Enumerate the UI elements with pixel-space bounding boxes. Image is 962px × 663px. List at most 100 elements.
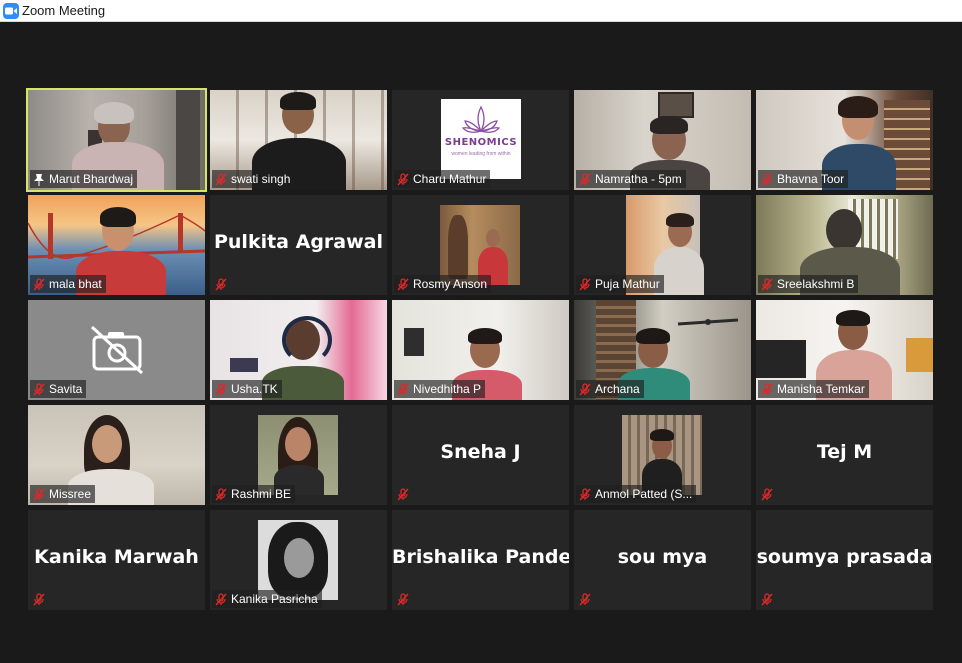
participant-name: Rashmi BE xyxy=(231,487,292,501)
mic-muted-icon xyxy=(215,172,227,186)
participant-name: Sreelakshmi B xyxy=(777,277,855,291)
mic-muted-icon xyxy=(579,382,591,396)
participant-tile[interactable]: Sreelakshmi B xyxy=(756,195,933,295)
participant-name: Anmol Patted (S... xyxy=(595,487,693,501)
participant-tile[interactable]: mala bhat xyxy=(28,195,205,295)
participant-display-name: Kanika Marwah xyxy=(34,546,199,568)
participant-label xyxy=(758,590,777,608)
participant-name: mala bhat xyxy=(49,277,102,291)
participant-label: Rashmi BE xyxy=(212,485,296,503)
participant-tile[interactable]: Missree xyxy=(28,405,205,505)
mic-muted-icon xyxy=(579,487,591,501)
participant-label xyxy=(758,485,777,503)
participant-tile[interactable]: Bhavna Toor xyxy=(756,90,933,190)
participant-label: Archana xyxy=(576,380,644,398)
participant-display-name: Pulkita Agrawal xyxy=(213,231,383,253)
mic-muted-icon xyxy=(761,592,773,606)
participant-tile[interactable]: soumya prasada xyxy=(756,510,933,610)
participant-label xyxy=(394,485,413,503)
participant-label: Namratha - 5pm xyxy=(576,170,686,188)
participant-tile[interactable]: Savita xyxy=(28,300,205,400)
zoom-camera-icon xyxy=(3,3,19,19)
participant-tile[interactable]: Archana xyxy=(574,300,751,400)
participant-tile[interactable]: Rosmy Anson xyxy=(392,195,569,295)
participant-display-name: soumya prasada xyxy=(756,546,933,568)
participant-name: Kanika Pasricha xyxy=(231,592,318,606)
participant-label xyxy=(30,590,49,608)
mic-muted-icon xyxy=(215,592,227,606)
participant-name: Nivedhitha P xyxy=(413,382,482,396)
gallery-view: Marut Bhardwaj swati singh SHENOMICS wom… xyxy=(0,22,962,663)
participant-display-name: sou mya xyxy=(617,546,708,568)
participant-tile[interactable]: Kanika Pasricha xyxy=(210,510,387,610)
participant-label: Manisha Temkar xyxy=(758,380,869,398)
participant-tile[interactable]: Anmol Patted (S... xyxy=(574,405,751,505)
participant-label: Usha.TK xyxy=(212,380,282,398)
participant-label: Marut Bhardwaj xyxy=(30,170,138,188)
participant-label: swati singh xyxy=(212,170,295,188)
mic-muted-icon xyxy=(579,172,591,186)
mic-muted-icon xyxy=(33,277,45,291)
participant-name: swati singh xyxy=(231,172,291,186)
participant-label: Anmol Patted (S... xyxy=(576,485,697,503)
participant-name: Rosmy Anson xyxy=(413,277,488,291)
participant-label: Puja Mathur xyxy=(576,275,664,293)
participant-display-name: Tej M xyxy=(816,441,873,463)
participant-tile[interactable]: Rashmi BE xyxy=(210,405,387,505)
mic-muted-icon xyxy=(761,172,773,186)
mic-muted-icon xyxy=(397,382,409,396)
mic-muted-icon xyxy=(215,382,227,396)
mic-muted-icon xyxy=(761,277,773,291)
mic-muted-icon xyxy=(579,277,591,291)
participant-tile[interactable]: Kanika Marwah xyxy=(28,510,205,610)
mic-muted-icon xyxy=(33,382,45,396)
mic-muted-icon xyxy=(761,382,773,396)
mic-muted-icon xyxy=(397,592,409,606)
participant-tile[interactable]: Marut Bhardwaj xyxy=(26,88,207,192)
camera-off-icon xyxy=(90,325,144,380)
mic-muted-icon xyxy=(397,487,409,501)
mic-muted-icon xyxy=(761,487,773,501)
participant-name: Manisha Temkar xyxy=(777,382,865,396)
participant-tile[interactable]: Manisha Temkar xyxy=(756,300,933,400)
participant-name: Savita xyxy=(49,382,83,396)
participant-label: Rosmy Anson xyxy=(394,275,492,293)
participant-name: Namratha - 5pm xyxy=(595,172,682,186)
participant-label: Nivedhitha P xyxy=(394,380,486,398)
participant-name: Puja Mathur xyxy=(595,277,660,291)
participant-label xyxy=(394,590,413,608)
mic-muted-icon xyxy=(215,487,227,501)
participant-name: Bhavna Toor xyxy=(777,172,845,186)
shenomics-logo: SHENOMICS women leading from within xyxy=(441,99,521,179)
participant-tile[interactable]: Nivedhitha P xyxy=(392,300,569,400)
participant-tile[interactable]: Namratha - 5pm xyxy=(574,90,751,190)
participant-tile[interactable]: sou mya xyxy=(574,510,751,610)
participant-tile[interactable]: Puja Mathur xyxy=(574,195,751,295)
participant-label xyxy=(212,275,231,293)
participant-tile[interactable]: swati singh xyxy=(210,90,387,190)
participant-label: Charu Mathur xyxy=(394,170,491,188)
participant-tile[interactable]: Pulkita Agrawal xyxy=(210,195,387,295)
participant-name: Missree xyxy=(49,487,92,501)
participant-tile[interactable]: Usha.TK xyxy=(210,300,387,400)
mic-muted-icon xyxy=(215,277,227,291)
participant-label: Sreelakshmi B xyxy=(758,275,859,293)
mic-muted-icon xyxy=(33,487,45,501)
mic-muted-icon xyxy=(397,172,409,186)
participant-label xyxy=(576,590,595,608)
participant-name: Charu Mathur xyxy=(413,172,487,186)
participant-tile[interactable]: Sneha J xyxy=(392,405,569,505)
mic-muted-icon xyxy=(397,277,409,291)
pin-icon xyxy=(33,173,45,186)
title-bar: Zoom Meeting xyxy=(0,0,962,22)
mic-muted-icon xyxy=(33,592,45,606)
participant-tile[interactable]: Tej M xyxy=(756,405,933,505)
participant-tile[interactable]: Brishalika Pandey xyxy=(392,510,569,610)
participant-label: mala bhat xyxy=(30,275,106,293)
participant-tile[interactable]: SHENOMICS women leading from within Char… xyxy=(392,90,569,190)
participant-label: Savita xyxy=(30,380,87,398)
participant-display-name: Sneha J xyxy=(440,441,521,463)
participant-name: Marut Bhardwaj xyxy=(49,172,134,186)
participant-name: Archana xyxy=(595,382,640,396)
mic-muted-icon xyxy=(579,592,591,606)
